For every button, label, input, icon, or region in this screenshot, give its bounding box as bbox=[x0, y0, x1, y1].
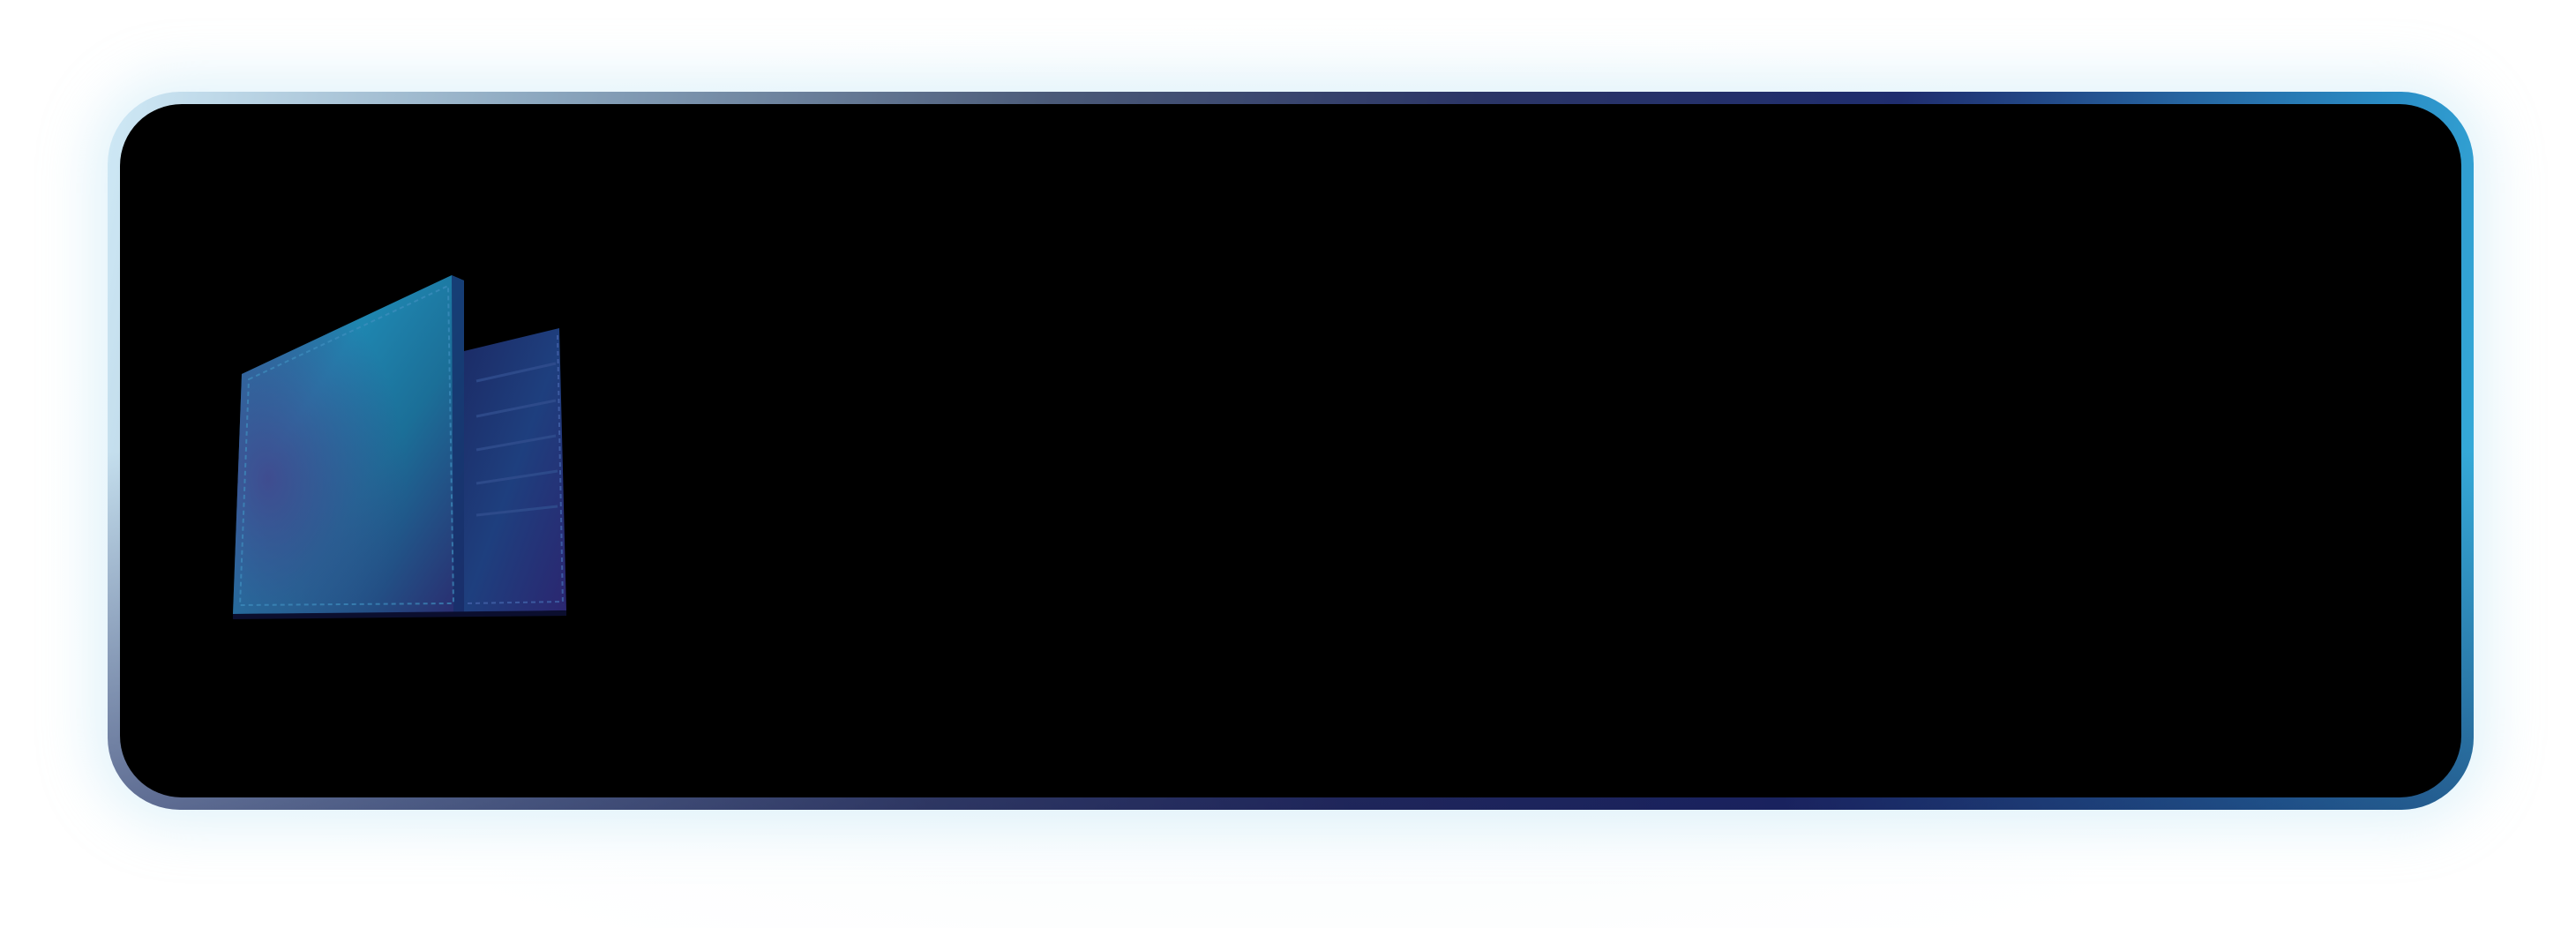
promo-banner[interactable] bbox=[120, 104, 2461, 797]
wallet-icon bbox=[233, 275, 566, 619]
page bbox=[0, 0, 2576, 928]
